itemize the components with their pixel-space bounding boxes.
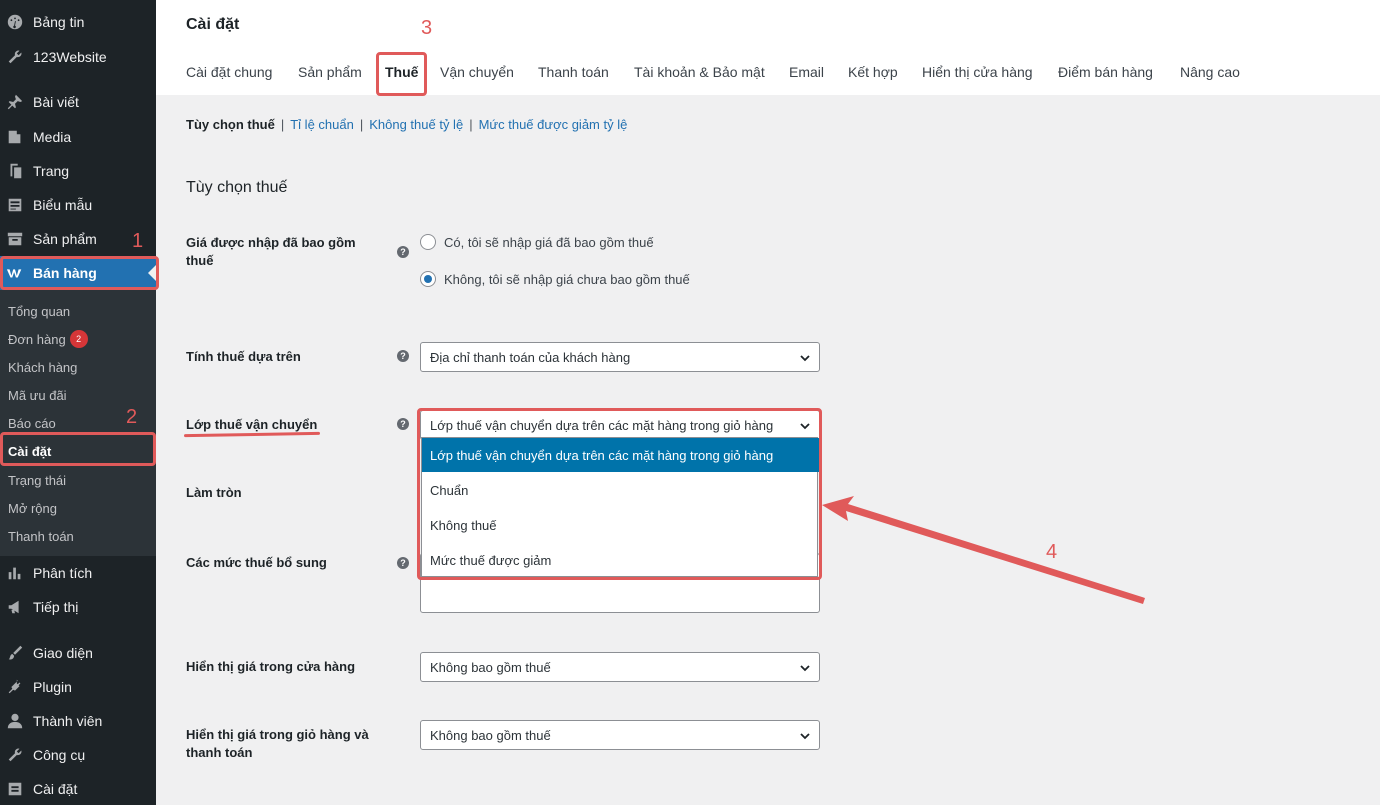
annotation-arrow xyxy=(822,496,1145,604)
